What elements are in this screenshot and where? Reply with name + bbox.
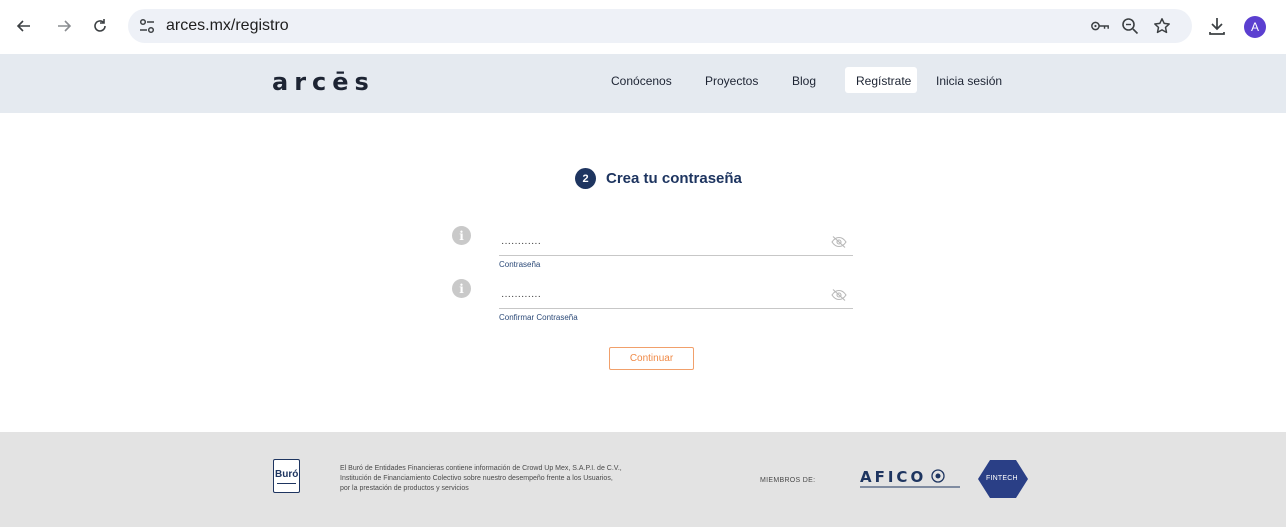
bookmark-star-icon[interactable] bbox=[1152, 16, 1172, 36]
disclaimer-line: por la prestación de productos y servici… bbox=[340, 485, 469, 492]
buro-logo[interactable]: Buró bbox=[273, 459, 300, 493]
password-value[interactable]: ············ bbox=[501, 238, 541, 249]
profile-avatar[interactable]: A bbox=[1244, 16, 1266, 38]
reload-icon[interactable] bbox=[88, 14, 112, 38]
nav-link-proyectos[interactable]: Proyectos bbox=[705, 74, 758, 88]
confirm-password-label: Confirmar Contraseña bbox=[499, 313, 578, 322]
site-settings-icon[interactable] bbox=[138, 17, 156, 35]
site-header: arcēs Conócenos Proyectos Blog Regístrat… bbox=[0, 54, 1286, 113]
nav-link-conocenos[interactable]: Conócenos bbox=[611, 74, 672, 88]
afico-seal-icon bbox=[931, 469, 945, 483]
afico-logo[interactable]: AFICO bbox=[860, 468, 960, 488]
fintech-label: FINTECH bbox=[986, 475, 1018, 482]
browser-toolbar: arces.mx/registro A bbox=[0, 0, 1286, 54]
confirm-password-value[interactable]: ············ bbox=[501, 291, 541, 302]
afico-tagline-bar bbox=[860, 486, 960, 488]
address-bar[interactable]: arces.mx/registro bbox=[128, 9, 1192, 43]
step-heading: 2 Crea tu contraseña bbox=[575, 168, 742, 189]
buro-label: Buró bbox=[275, 469, 299, 480]
step-number-badge: 2 bbox=[575, 168, 596, 189]
eye-off-icon[interactable] bbox=[831, 235, 847, 249]
zoom-icon[interactable] bbox=[1120, 16, 1140, 36]
members-label: MIEMBROS DE: bbox=[760, 477, 816, 484]
eye-off-icon[interactable] bbox=[831, 288, 847, 302]
disclaimer-line: Institución de Financiamiento Colectivo … bbox=[340, 475, 613, 482]
password-field[interactable]: ············ bbox=[499, 232, 853, 256]
continue-button[interactable]: Continuar bbox=[609, 347, 694, 370]
nav-link-inicia-sesion[interactable]: Inicia sesión bbox=[936, 74, 1002, 88]
disclaimer-line: El Buró de Entidades Financieras contien… bbox=[340, 465, 622, 472]
download-icon[interactable] bbox=[1206, 15, 1228, 37]
password-key-icon[interactable] bbox=[1090, 16, 1110, 36]
fintech-logo[interactable]: FINTECH bbox=[977, 459, 1029, 499]
buro-disclaimer: El Buró de Entidades Financieras contien… bbox=[340, 464, 740, 494]
nav-link-blog[interactable]: Blog bbox=[792, 74, 816, 88]
url-text[interactable]: arces.mx/registro bbox=[166, 17, 289, 35]
site-footer: Buró El Buró de Entidades Financieras co… bbox=[0, 432, 1286, 527]
info-icon[interactable]: i bbox=[452, 279, 471, 298]
step-title: Crea tu contraseña bbox=[606, 170, 742, 187]
forward-arrow-icon[interactable] bbox=[52, 14, 76, 38]
confirm-password-field[interactable]: ············ bbox=[499, 285, 853, 309]
info-icon[interactable]: i bbox=[452, 226, 471, 245]
nav-link-registrate[interactable]: Regístrate bbox=[856, 74, 911, 88]
buro-underline bbox=[277, 483, 296, 484]
afico-label: AFICO bbox=[860, 468, 927, 486]
site-logo[interactable]: arcēs bbox=[272, 68, 375, 96]
back-arrow-icon[interactable] bbox=[12, 14, 36, 38]
password-label: Contraseña bbox=[499, 260, 541, 269]
